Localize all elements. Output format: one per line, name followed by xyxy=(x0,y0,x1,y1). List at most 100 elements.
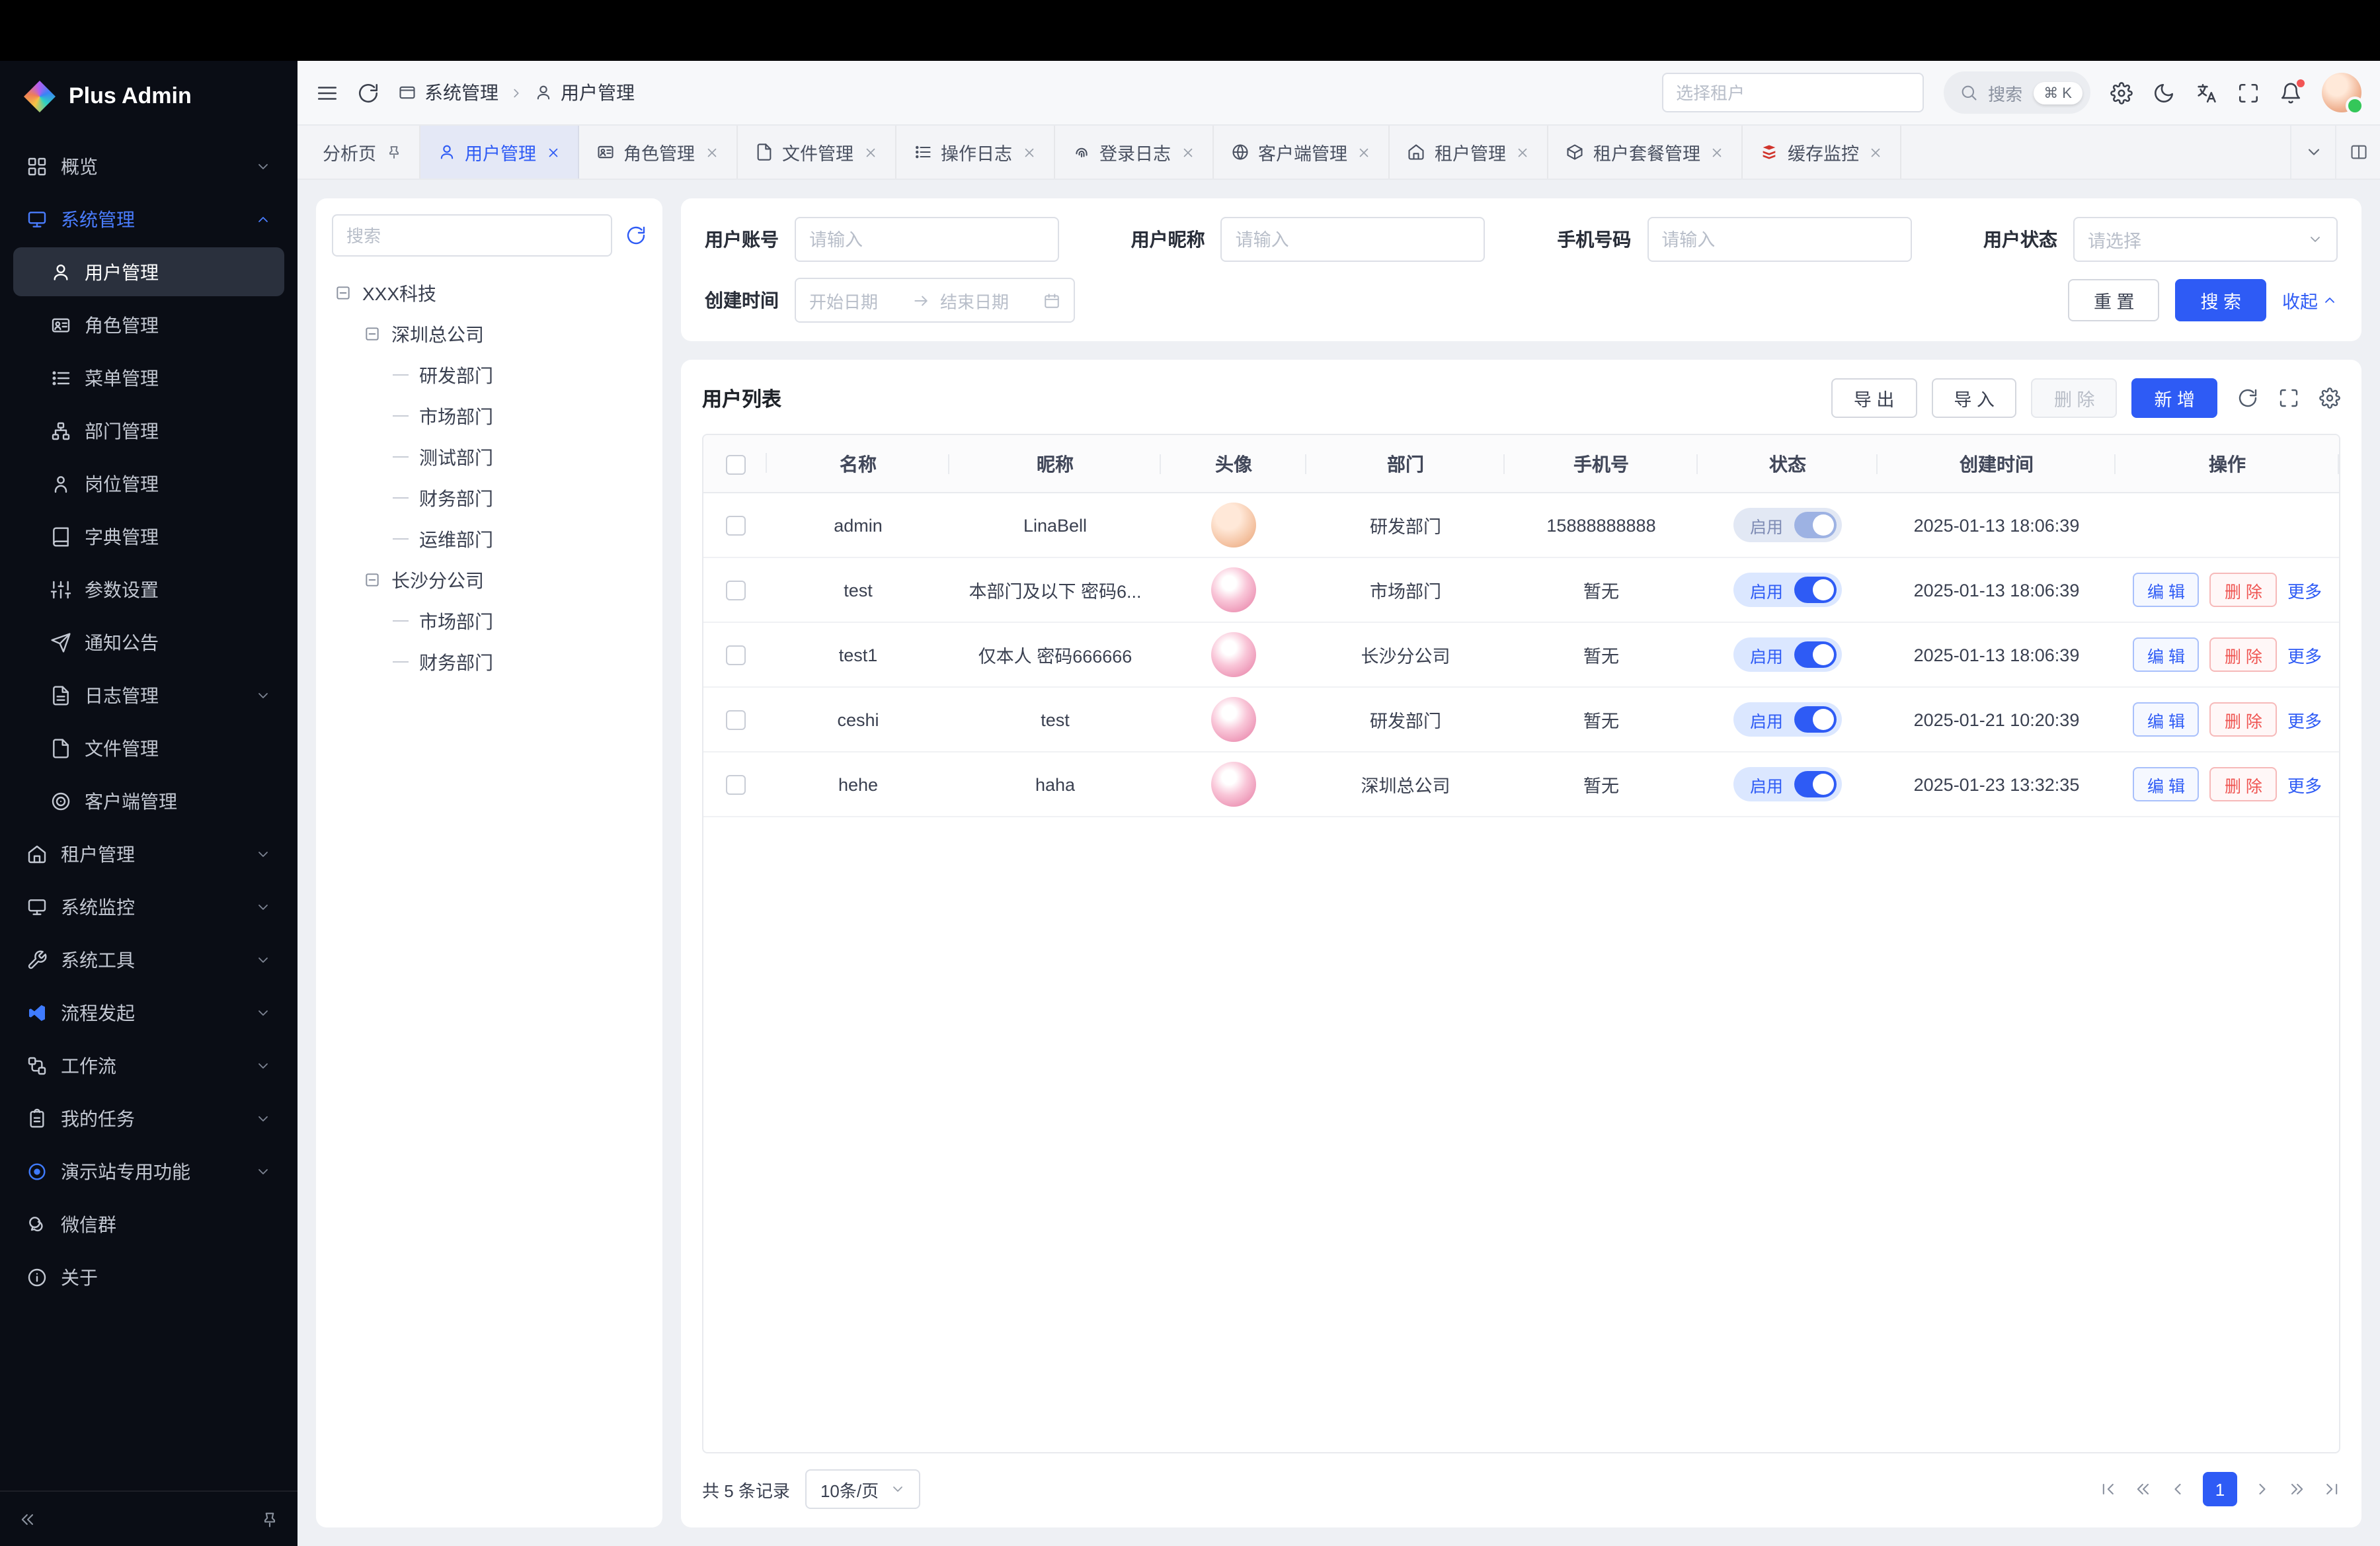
tab-list-dropdown-icon[interactable] xyxy=(2290,126,2335,179)
status-toggle[interactable]: 启用 xyxy=(1734,637,1841,672)
tree-node[interactable]: 运维部门 xyxy=(332,518,647,559)
sidebar-item[interactable]: 流程发起 xyxy=(13,988,284,1037)
sidebar-item[interactable]: 日志管理 xyxy=(13,671,284,719)
toggle-switch[interactable] xyxy=(1794,577,1836,603)
tab-close-icon[interactable] xyxy=(1515,145,1530,159)
more-button[interactable]: 更多 xyxy=(2287,642,2322,667)
row-checkbox[interactable] xyxy=(725,710,745,730)
row-checkbox[interactable] xyxy=(725,645,745,665)
sidebar-item[interactable]: 我的任务 xyxy=(13,1094,284,1143)
status-toggle[interactable]: 启用 xyxy=(1734,508,1841,542)
tab-close-icon[interactable] xyxy=(1357,145,1371,159)
next-page-button[interactable] xyxy=(2253,1480,2272,1498)
column-header[interactable]: 创建时间 xyxy=(1878,450,2116,477)
tab[interactable]: 操作日志 xyxy=(896,126,1054,179)
row-checkbox[interactable] xyxy=(725,581,745,600)
dark-mode-icon[interactable] xyxy=(2153,81,2175,104)
tab-close-icon[interactable] xyxy=(1868,145,1883,159)
select-all-checkbox[interactable] xyxy=(725,455,745,475)
delete-button[interactable]: 删 除 xyxy=(2032,378,2118,418)
tab-close-icon[interactable] xyxy=(1710,145,1724,159)
tab[interactable]: 角色管理 xyxy=(578,126,737,179)
more-button[interactable]: 更多 xyxy=(2287,707,2322,732)
tab[interactable]: 租户管理 xyxy=(1390,126,1548,179)
tab-layout-icon[interactable] xyxy=(2335,126,2380,179)
table-refresh-icon[interactable] xyxy=(2237,387,2258,409)
tree-search-input[interactable] xyxy=(332,214,612,257)
fullscreen-icon[interactable] xyxy=(2237,81,2260,104)
prev-page-button[interactable] xyxy=(2168,1480,2187,1498)
tree-collapse-icon[interactable] xyxy=(335,284,352,302)
prev-5-pages-button[interactable] xyxy=(2134,1480,2153,1498)
tab[interactable]: 登录日志 xyxy=(1054,126,1213,179)
column-header[interactable]: 部门 xyxy=(1306,450,1505,477)
sidebar-item[interactable]: 概览 xyxy=(13,142,284,190)
toggle-switch[interactable] xyxy=(1794,512,1836,538)
table-settings-icon[interactable] xyxy=(2319,387,2340,409)
tab[interactable]: 租户套餐管理 xyxy=(1548,126,1743,179)
column-header[interactable]: 手机号 xyxy=(1505,450,1698,477)
tab[interactable]: 缓存监控 xyxy=(1743,126,1901,179)
reset-button[interactable]: 重 置 xyxy=(2069,279,2160,321)
notifications-bell-icon[interactable] xyxy=(2280,81,2302,104)
breadcrumb-item[interactable]: 系统管理 xyxy=(398,79,498,106)
column-header[interactable]: 操作 xyxy=(2116,450,2339,477)
nickname-input[interactable] xyxy=(1221,217,1486,262)
user-avatar[interactable] xyxy=(2322,73,2361,112)
tree-node[interactable]: 深圳总公司 xyxy=(332,313,647,354)
row-checkbox[interactable] xyxy=(725,516,745,536)
tenant-select-input[interactable] xyxy=(1661,73,1923,112)
sidebar-item[interactable]: 部门管理 xyxy=(13,406,284,455)
settings-icon[interactable] xyxy=(2110,81,2133,104)
edit-button[interactable]: 编 辑 xyxy=(2133,637,2200,672)
tree-collapse-icon[interactable] xyxy=(364,325,381,343)
toggle-switch[interactable] xyxy=(1794,706,1836,733)
row-delete-button[interactable]: 删 除 xyxy=(2210,637,2277,672)
edit-button[interactable]: 编 辑 xyxy=(2133,767,2200,801)
tab[interactable]: 客户端管理 xyxy=(1213,126,1390,179)
edit-button[interactable]: 编 辑 xyxy=(2133,573,2200,607)
row-checkbox[interactable] xyxy=(725,775,745,795)
tab[interactable]: 用户管理 xyxy=(420,126,578,179)
pin-sidebar-button[interactable] xyxy=(260,1510,279,1528)
status-toggle[interactable]: 启用 xyxy=(1734,767,1841,801)
more-button[interactable]: 更多 xyxy=(2287,577,2322,602)
more-button[interactable]: 更多 xyxy=(2287,772,2322,797)
search-button[interactable]: 搜 索 xyxy=(2175,279,2266,321)
sidebar-item[interactable]: 工作流 xyxy=(13,1041,284,1090)
tree-node[interactable]: 市场部门 xyxy=(332,600,647,641)
sidebar-item[interactable]: 系统工具 xyxy=(13,935,284,984)
row-delete-button[interactable]: 删 除 xyxy=(2210,702,2277,737)
tab-close-icon[interactable] xyxy=(704,145,719,159)
tree-node[interactable]: 财务部门 xyxy=(332,641,647,682)
status-toggle[interactable]: 启用 xyxy=(1734,573,1841,607)
language-icon[interactable] xyxy=(2195,81,2217,104)
sidebar-item[interactable]: 租户管理 xyxy=(13,829,284,878)
toggle-switch[interactable] xyxy=(1794,641,1836,668)
tree-node[interactable]: 测试部门 xyxy=(332,436,647,477)
tree-node[interactable]: 市场部门 xyxy=(332,395,647,436)
tree-node[interactable]: XXX科技 xyxy=(332,272,647,313)
toggle-switch[interactable] xyxy=(1794,771,1836,797)
sidebar-item[interactable]: 系统管理 xyxy=(13,194,284,243)
sidebar-item[interactable]: 客户端管理 xyxy=(13,776,284,825)
first-page-button[interactable] xyxy=(2100,1480,2118,1498)
export-button[interactable]: 导 出 xyxy=(1831,378,1917,418)
collapse-sidebar-button[interactable] xyxy=(19,1510,37,1528)
table-fullscreen-icon[interactable] xyxy=(2278,387,2299,409)
sidebar-item[interactable]: 通知公告 xyxy=(13,618,284,667)
app-logo[interactable]: Plus Admin xyxy=(0,61,298,132)
sidebar-item[interactable]: 参数设置 xyxy=(13,565,284,614)
hamburger-menu-icon[interactable] xyxy=(316,81,338,104)
row-delete-button[interactable]: 删 除 xyxy=(2210,767,2277,801)
tab-close-icon[interactable] xyxy=(1021,145,1036,159)
import-button[interactable]: 导 入 xyxy=(1931,378,2017,418)
status-select[interactable]: 请选择 xyxy=(2073,217,2338,262)
sidebar-item[interactable]: 文件管理 xyxy=(13,723,284,772)
account-input[interactable] xyxy=(795,217,1059,262)
tab-close-icon[interactable] xyxy=(1180,145,1195,159)
collapse-filter-link[interactable]: 收起 xyxy=(2282,287,2338,313)
column-header[interactable]: 头像 xyxy=(1161,450,1306,477)
refresh-page-icon[interactable] xyxy=(357,81,379,104)
sidebar-item[interactable]: 系统监控 xyxy=(13,882,284,931)
